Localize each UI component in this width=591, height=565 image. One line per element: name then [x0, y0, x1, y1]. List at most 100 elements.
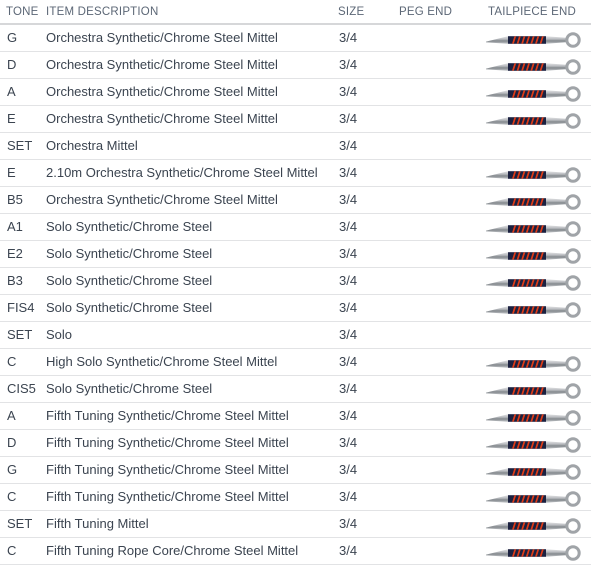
- table-row[interactable]: G Orchestra Synthetic/Chrome Steel Mittel…: [0, 24, 591, 52]
- table-row[interactable]: E Orchestra Synthetic/Chrome Steel Mittel…: [0, 106, 591, 133]
- tailpiece-shaft-right: [546, 468, 566, 476]
- table-row[interactable]: FIS4 Solo Synthetic/Chrome Steel 3/4: [0, 295, 591, 322]
- tailpiece-shaft-left: [486, 252, 508, 260]
- tailpiece-shaft-left: [486, 441, 508, 449]
- column-header-item-description: ITEM DESCRIPTION: [46, 6, 159, 18]
- table-row[interactable]: D Orchestra Synthetic/Chrome Steel Mittel…: [0, 52, 591, 79]
- cell-tone: C: [7, 543, 17, 558]
- tailpiece-shaft-left: [486, 171, 508, 179]
- tailpiece-shaft-right: [546, 252, 566, 260]
- table-row[interactable]: E 2.10m Orchestra Synthetic/Chrome Steel …: [0, 160, 591, 187]
- tailpiece-shaft-left: [486, 549, 508, 557]
- table-row[interactable]: SET Solo 3/4: [0, 322, 591, 349]
- table-row[interactable]: C Fifth Tuning Synthetic/Chrome Steel Mit…: [0, 484, 591, 511]
- cell-tone: G: [7, 30, 18, 45]
- tailpiece-shaft-right: [546, 441, 566, 449]
- tailpiece-end-graphic: [486, 545, 581, 561]
- cell-tone: E2: [7, 246, 23, 261]
- cell-peg-end: [388, 520, 470, 529]
- table-row[interactable]: CIS5 Solo Synthetic/Chrome Steel 3/4: [0, 376, 591, 403]
- cell-tone: SET: [7, 516, 33, 531]
- cell-item-description: Orchestra Synthetic/Chrome Steel Mittel: [46, 111, 278, 126]
- table-row[interactable]: D Fifth Tuning Synthetic/Chrome Steel Mit…: [0, 430, 591, 457]
- cell-tone: A: [7, 84, 16, 99]
- table-row[interactable]: B5 Orchestra Synthetic/Chrome Steel Mitte…: [0, 187, 591, 214]
- tailpiece-shaft-right: [546, 36, 566, 44]
- tailpiece-ring: [565, 59, 581, 75]
- cell-item-description: Orchestra Synthetic/Chrome Steel Mittel: [46, 84, 278, 99]
- tailpiece-shaft-left: [486, 90, 508, 98]
- tailpiece-shaft-right: [546, 279, 566, 287]
- tailpiece-shaft-left: [486, 36, 508, 44]
- tailpiece-ring: [565, 383, 581, 399]
- cell-peg-end: [388, 547, 470, 556]
- tailpiece-end-graphic: [486, 248, 581, 264]
- cell-peg-end: [388, 466, 470, 475]
- table-row[interactable]: A Fifth Tuning Synthetic/Chrome Steel Mit…: [0, 403, 591, 430]
- tailpiece-ring: [565, 167, 581, 183]
- strings-table: TONE ITEM DESCRIPTION SIZE PEG END TAILP…: [0, 0, 591, 565]
- cell-size: 3/4: [339, 435, 358, 450]
- cell-peg-end: [388, 88, 470, 97]
- tailpiece-shaft-right: [546, 387, 566, 395]
- tailpiece-shaft-right: [546, 198, 566, 206]
- string-catalog-table-panel: TONE ITEM DESCRIPTION SIZE PEG END TAILP…: [0, 0, 591, 565]
- tailpiece-end-graphic: [486, 194, 581, 210]
- cell-size: 3/4: [339, 246, 358, 261]
- cell-size: 3/4: [339, 111, 358, 126]
- cell-tone: B5: [7, 192, 23, 207]
- cell-item-description: Fifth Tuning Synthetic/Chrome Steel Mitt…: [46, 489, 289, 504]
- cell-tone: G: [7, 462, 18, 477]
- column-header-tone: TONE: [6, 6, 39, 18]
- cell-peg-end: [388, 277, 470, 286]
- tailpiece-ring: [565, 356, 581, 372]
- table-row[interactable]: G Fifth Tuning Synthetic/Chrome Steel Mit…: [0, 457, 591, 484]
- cell-size: 3/4: [339, 138, 358, 153]
- column-header-size: SIZE: [338, 6, 365, 18]
- tailpiece-shaft-right: [546, 171, 566, 179]
- table-body: G Orchestra Synthetic/Chrome Steel Mittel…: [0, 24, 591, 565]
- cell-tailpiece-end: [474, 457, 591, 484]
- table-row[interactable]: SET Orchestra Mittel 3/4: [0, 133, 591, 160]
- tailpiece-shaft-left: [486, 387, 508, 395]
- column-header-peg-end: PEG END: [399, 6, 453, 18]
- tailpiece-end-graphic: [486, 383, 581, 399]
- cell-size: 3/4: [339, 543, 358, 558]
- cell-item-description: Orchestra Synthetic/Chrome Steel Mittel: [46, 57, 278, 72]
- cell-item-description: Solo: [46, 327, 73, 342]
- cell-tailpiece-end: [474, 133, 591, 160]
- tailpiece-shaft-right: [546, 117, 566, 125]
- table-row[interactable]: A1 Solo Synthetic/Chrome Steel 3/4: [0, 214, 591, 241]
- cell-size: 3/4: [339, 462, 358, 477]
- cell-size: 3/4: [339, 57, 358, 72]
- tailpiece-end-graphic: [486, 518, 581, 534]
- tailpiece-ring: [565, 410, 581, 426]
- cell-tailpiece-end: [474, 268, 591, 295]
- cell-item-description: Fifth Tuning Mittel: [46, 516, 149, 531]
- table-header-row: TONE ITEM DESCRIPTION SIZE PEG END TAILP…: [0, 0, 591, 24]
- cell-size: 3/4: [339, 84, 358, 99]
- table-row[interactable]: SET Fifth Tuning Mittel 3/4: [0, 511, 591, 538]
- table-row[interactable]: E2 Solo Synthetic/Chrome Steel 3/4: [0, 241, 591, 268]
- table-row[interactable]: C High Solo Synthetic/Chrome Steel Mittel…: [0, 349, 591, 376]
- cell-item-description: Solo Synthetic/Chrome Steel: [46, 273, 213, 288]
- cell-tailpiece-end: [474, 214, 591, 241]
- cell-peg-end: [388, 142, 470, 151]
- cell-item-description: Fifth Tuning Synthetic/Chrome Steel Mitt…: [46, 462, 289, 477]
- tailpiece-end-graphic: [486, 356, 581, 372]
- tailpiece-end-graphic: [486, 275, 581, 291]
- table-row[interactable]: B3 Solo Synthetic/Chrome Steel 3/4: [0, 268, 591, 295]
- table-row[interactable]: A Orchestra Synthetic/Chrome Steel Mittel…: [0, 79, 591, 106]
- cell-tone: SET: [7, 327, 33, 342]
- tailpiece-shaft-right: [546, 522, 566, 530]
- tailpiece-ring: [565, 464, 581, 480]
- cell-tone: B3: [7, 273, 23, 288]
- tailpiece-end-graphic: [486, 32, 581, 48]
- table-row[interactable]: C Fifth Tuning Rope Core/Chrome Steel Mit…: [0, 538, 591, 565]
- cell-tone: E: [7, 165, 16, 180]
- cell-tone: CIS5: [7, 381, 36, 396]
- cell-tone: D: [7, 57, 17, 72]
- cell-item-description: Solo Synthetic/Chrome Steel: [46, 381, 213, 396]
- tailpiece-shaft-right: [546, 225, 566, 233]
- tailpiece-end-graphic: [486, 59, 581, 75]
